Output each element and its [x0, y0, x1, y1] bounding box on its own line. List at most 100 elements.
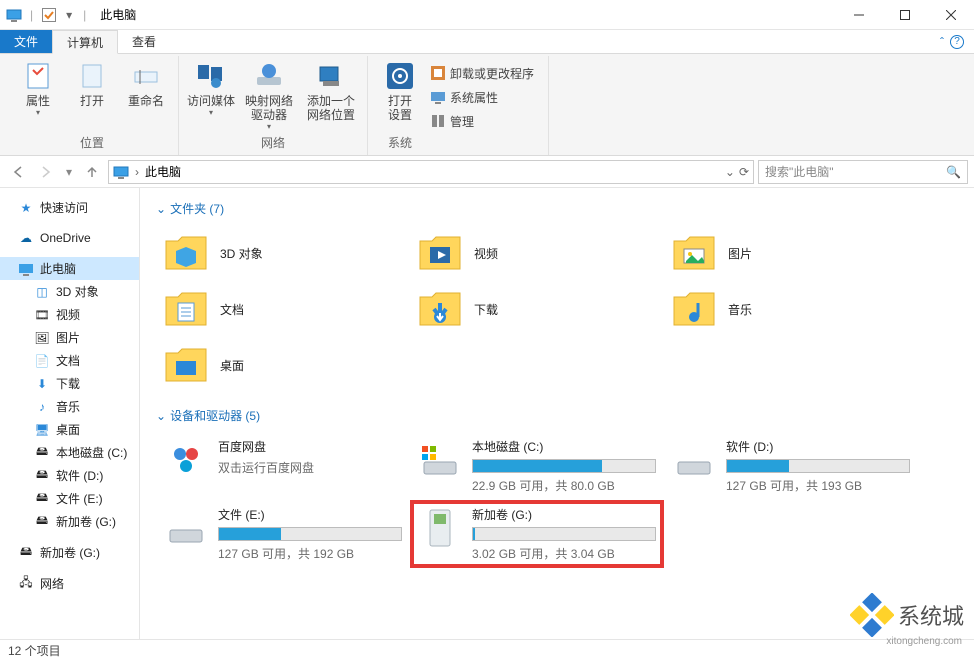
chevron-right-icon[interactable]: › — [135, 165, 139, 179]
drive-item-baidu[interactable]: 百度网盘双击运行百度网盘 — [156, 432, 410, 500]
properties-button[interactable]: 属性 ▾ — [14, 58, 62, 117]
manage-icon — [430, 113, 446, 129]
chevron-up-icon: ˆ — [940, 35, 944, 49]
up-button[interactable] — [80, 160, 104, 184]
sidebar-item-documents[interactable]: 📄文档 — [0, 349, 139, 372]
folder-item-3d[interactable]: 3D 对象 — [156, 225, 410, 281]
sidebar-item-3d-objects[interactable]: ◫3D 对象 — [0, 280, 139, 303]
sidebar-item-drive-c[interactable]: 🖴本地磁盘 (C:) — [0, 441, 139, 464]
add-location-icon — [315, 60, 347, 92]
sidebar-item-videos[interactable]: 🎞视频 — [0, 303, 139, 326]
rename-button[interactable]: 重命名 — [122, 58, 170, 108]
video-icon: 🎞 — [34, 307, 50, 323]
drive-item-e[interactable]: 文件 (E:)127 GB 可用，共 192 GB — [156, 500, 410, 568]
uninstall-button[interactable]: 卸载或更改程序 — [430, 62, 534, 84]
usage-bar — [726, 459, 910, 473]
open-button[interactable]: 打开 — [68, 58, 116, 108]
baidu-icon — [164, 436, 208, 484]
window-controls — [836, 0, 974, 30]
refresh-icon[interactable]: ⟳ — [739, 165, 749, 179]
drive-item-c[interactable]: 本地磁盘 (C:)22.9 GB 可用，共 80.0 GB — [410, 432, 664, 500]
maximize-button[interactable] — [882, 0, 928, 30]
group-label-location: 位置 — [80, 132, 104, 155]
access-media-button[interactable]: 访问媒体 ▾ — [187, 58, 235, 117]
address-bar-row: ▾ › 此电脑 ⌄ ⟳ 搜索"此电脑" 🔍 — [0, 156, 974, 188]
drive-d-icon — [672, 436, 716, 484]
open-settings-button[interactable]: 打开 设置 — [376, 58, 424, 122]
dropdown-icon[interactable]: ▾ — [61, 7, 77, 23]
chevron-down-icon: ▾ — [267, 122, 271, 131]
minimize-button[interactable] — [836, 0, 882, 30]
search-input[interactable]: 搜索"此电脑" 🔍 — [758, 160, 968, 184]
sidebar-item-quick-access[interactable]: ★快速访问 — [0, 196, 139, 219]
sidebar-item-music[interactable]: ♪音乐 — [0, 395, 139, 418]
uninstall-icon — [430, 65, 446, 81]
folder-video-icon — [418, 233, 462, 273]
close-button[interactable] — [928, 0, 974, 30]
usage-bar — [472, 527, 656, 541]
watermark-logo-icon — [850, 593, 894, 637]
tab-file[interactable]: 文件 — [0, 30, 52, 53]
rename-icon — [130, 60, 162, 92]
titlebar-separator2: | — [81, 8, 88, 22]
sidebar-item-desktop[interactable]: 🖥桌面 — [0, 418, 139, 441]
dropdown-icon[interactable]: ⌄ — [725, 165, 735, 179]
watermark: 系统城 — [850, 593, 964, 637]
folder-item-videos[interactable]: 视频 — [410, 225, 664, 281]
folder-item-documents[interactable]: 文档 — [156, 281, 410, 337]
sidebar-item-drive-d[interactable]: 🖴软件 (D:) — [0, 464, 139, 487]
map-drive-icon — [253, 60, 285, 92]
drive-item-d[interactable]: 软件 (D:)127 GB 可用，共 193 GB — [664, 432, 918, 500]
sidebar-item-drive-e[interactable]: 🖴文件 (E:) — [0, 487, 139, 510]
address-path: 此电脑 — [145, 163, 181, 180]
sidebar-item-drive-g1[interactable]: 🖴新加卷 (G:) — [0, 510, 139, 533]
address-bar[interactable]: › 此电脑 ⌄ ⟳ — [108, 160, 754, 184]
sidebar-item-drive-g2[interactable]: 🖴新加卷 (G:) — [0, 541, 139, 564]
help-icon: ? — [950, 35, 964, 49]
group-label-network: 网络 — [261, 132, 285, 155]
manage-button[interactable]: 管理 — [430, 110, 534, 132]
tab-view[interactable]: 查看 — [118, 30, 170, 53]
folder-item-desktop[interactable]: 桌面 — [156, 337, 410, 393]
forward-button[interactable] — [34, 160, 58, 184]
open-icon — [76, 60, 108, 92]
recent-dropdown[interactable]: ▾ — [62, 160, 76, 184]
ribbon-group-location: 属性 ▾ 打开 重命名 位置 — [6, 56, 179, 155]
download-icon: ⬇ — [34, 376, 50, 392]
section-drives-header[interactable]: ⌄设备和驱动器 (5) — [156, 407, 958, 424]
titlebar: | ▾ | 此电脑 — [0, 0, 974, 30]
folder-item-downloads[interactable]: 下载 — [410, 281, 664, 337]
chevron-down-icon: ⌄ — [156, 202, 166, 216]
ribbon-tabs: 文件 计算机 查看 ˆ? — [0, 30, 974, 54]
tab-computer[interactable]: 计算机 — [52, 30, 118, 54]
settings-icon — [384, 60, 416, 92]
folder-downloads-icon — [418, 289, 462, 329]
ribbon: 属性 ▾ 打开 重命名 位置 访问媒体 ▾ 映射网络 驱动器 — [0, 54, 974, 156]
chevron-down-icon: ⌄ — [156, 409, 166, 423]
cloud-icon: ☁ — [18, 230, 34, 246]
group-label-system: 系统 — [376, 132, 424, 155]
sidebar-item-onedrive[interactable]: ☁OneDrive — [0, 227, 139, 249]
sidebar-item-this-pc[interactable]: 此电脑 — [0, 257, 139, 280]
add-location-button[interactable]: 添加一个 网络位置 — [303, 58, 359, 122]
media-icon — [195, 60, 227, 92]
section-folders-header[interactable]: ⌄文件夹 (7) — [156, 200, 958, 217]
music-icon: ♪ — [34, 399, 50, 415]
back-button[interactable] — [6, 160, 30, 184]
sidebar-item-pictures[interactable]: 🖼图片 — [0, 326, 139, 349]
folder-item-pictures[interactable]: 图片 — [664, 225, 918, 281]
sidebar-item-downloads[interactable]: ⬇下载 — [0, 372, 139, 395]
folder-item-music[interactable]: 音乐 — [664, 281, 918, 337]
system-properties-button[interactable]: 系统属性 — [430, 86, 534, 108]
star-icon: ★ — [18, 200, 34, 216]
search-icon: 🔍 — [946, 165, 961, 179]
checkbox-icon[interactable] — [41, 7, 57, 23]
drive-item-g[interactable]: 新加卷 (G:)3.02 GB 可用，共 3.04 GB — [410, 500, 664, 568]
drive-icon: 🖴 — [34, 491, 50, 507]
sidebar-item-network[interactable]: 🖧网络 — [0, 572, 139, 595]
map-drive-button[interactable]: 映射网络 驱动器 ▾ — [241, 58, 297, 131]
main-area: ★快速访问 ☁OneDrive 此电脑 ◫3D 对象 🎞视频 🖼图片 📄文档 ⬇… — [0, 188, 974, 639]
drive-icon: 🖴 — [34, 514, 50, 530]
ribbon-help[interactable]: ˆ? — [940, 30, 974, 53]
folder-music-icon — [672, 289, 716, 329]
